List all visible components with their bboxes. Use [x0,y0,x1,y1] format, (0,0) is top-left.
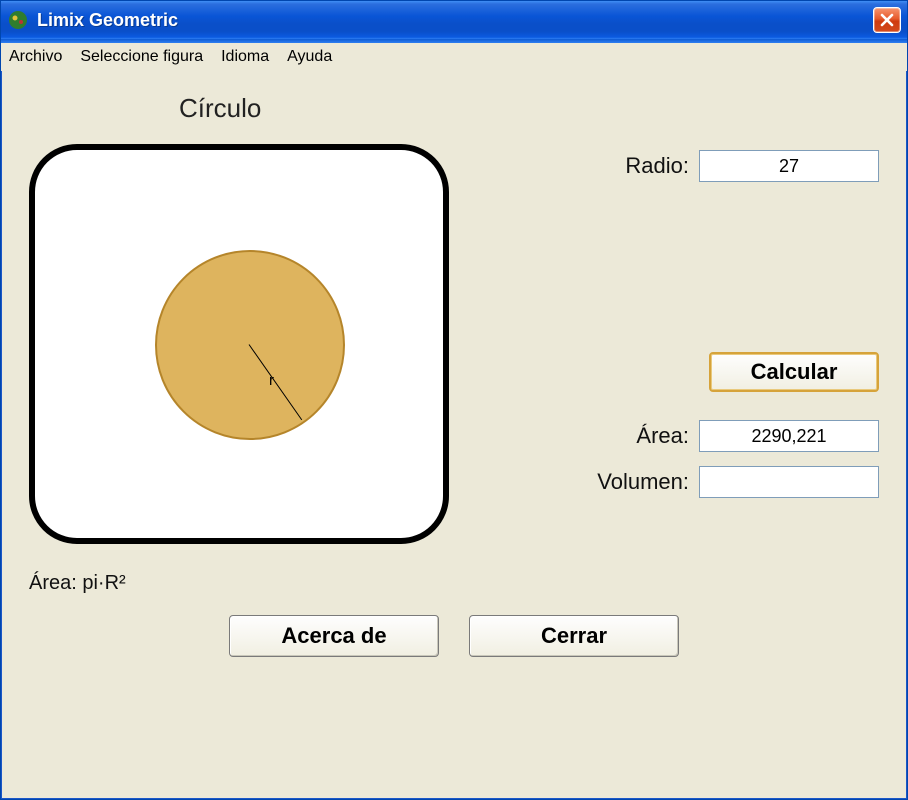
bottom-buttons: Acerca de Cerrar [29,595,879,685]
app-window: Limix Geometric Archivo Seleccione figur… [0,0,908,800]
menu-seleccione-figura[interactable]: Seleccione figura [80,48,203,66]
app-icon [7,9,29,31]
menu-ayuda[interactable]: Ayuda [287,48,332,66]
menu-idioma[interactable]: Idioma [221,48,269,66]
inputs-panel: Radio: Calcular Área: Volumen: [459,144,879,512]
radio-label: Radio: [625,153,689,179]
calcular-button[interactable]: Calcular [709,352,879,392]
area-label: Área: [636,423,689,449]
cerrar-button[interactable]: Cerrar [469,615,679,657]
radio-input[interactable] [699,150,879,182]
radius-letter: r [269,372,274,389]
menu-archivo[interactable]: Archivo [9,48,62,66]
close-window-button[interactable] [873,7,901,33]
area-formula: Área: pi·R² [29,572,459,595]
close-icon [880,13,894,27]
volumen-label: Volumen: [597,469,689,495]
window-title: Limix Geometric [37,10,873,31]
acerca-de-button[interactable]: Acerca de [229,615,439,657]
area-output[interactable] [699,420,879,452]
titlebar: Limix Geometric [1,1,907,39]
shape-title: Círculo [179,93,879,124]
figure-canvas: r [29,144,449,544]
client-area: Círculo r Área: pi·R² Radio: Calcular Ár… [1,71,907,799]
menubar: Archivo Seleccione figura Idioma Ayuda [1,43,907,71]
volumen-output[interactable] [699,466,879,498]
